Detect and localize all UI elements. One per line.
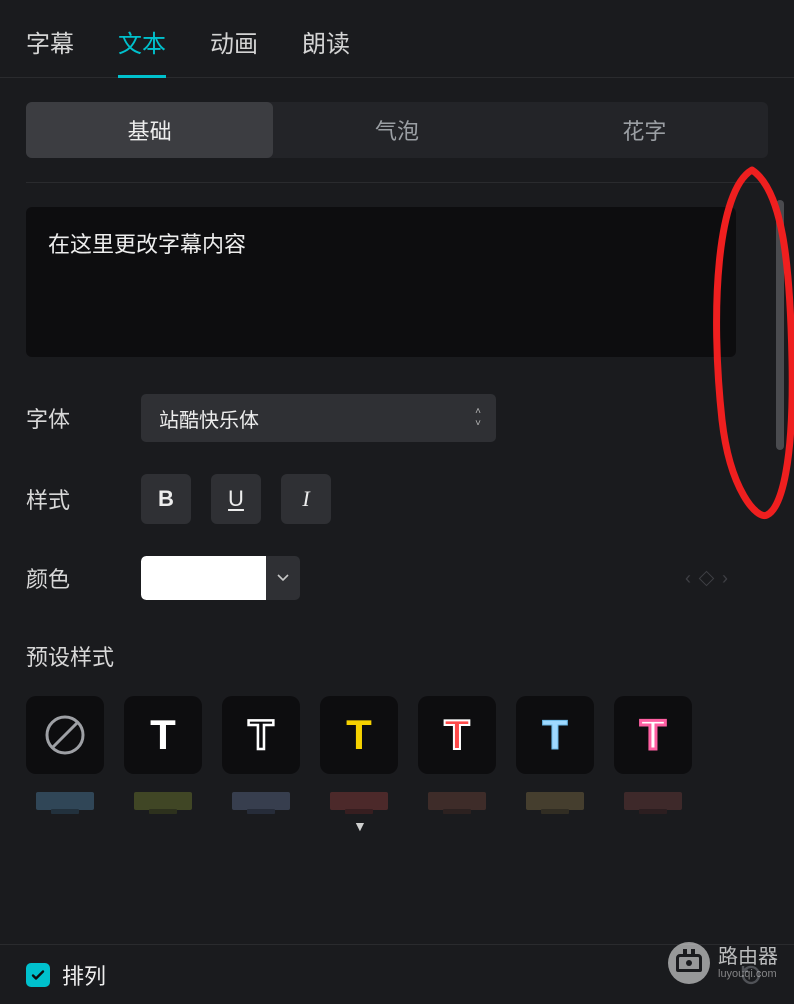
caption-input[interactable] [26, 207, 736, 357]
font-selected-name: 站酷快乐体 [141, 404, 466, 433]
font-label: 字体 [26, 402, 141, 434]
t-blue-icon: T [542, 711, 568, 759]
chevron-up-icon: ˄ [475, 408, 481, 416]
tab-subtitle[interactable]: 字幕 [26, 24, 74, 59]
prev-keyframe-icon[interactable]: ‹ [685, 568, 691, 589]
subtab-bubble[interactable]: 气泡 [273, 102, 520, 158]
arrange-checkbox[interactable] [26, 963, 50, 987]
preset-style-6[interactable]: T [614, 696, 692, 774]
chevron-down-icon: ˅ [475, 420, 481, 428]
divider [26, 182, 768, 183]
underline-button[interactable]: U [211, 474, 261, 524]
none-icon [43, 713, 87, 757]
preset-shadow-1[interactable] [26, 792, 104, 810]
preset-none[interactable] [26, 696, 104, 774]
color-label: 颜色 [26, 562, 141, 594]
bold-button[interactable]: B [141, 474, 191, 524]
italic-icon: I [302, 486, 309, 512]
tab-read-aloud[interactable]: 朗读 [302, 24, 350, 59]
reset-button[interactable] [734, 958, 768, 992]
preset-style-grid-row2 [26, 792, 736, 810]
color-row: 颜色 ‹ › [26, 556, 736, 600]
t-white-icon: T [150, 711, 176, 759]
subtab-basic[interactable]: 基础 [26, 102, 273, 158]
font-select[interactable]: 站酷快乐体 ˄ ˅ [141, 394, 496, 442]
preset-style-4[interactable]: T [418, 696, 496, 774]
next-keyframe-icon[interactable]: › [722, 568, 728, 589]
preset-style-grid: T T T T T T [26, 696, 736, 774]
preset-shadow-7[interactable] [614, 792, 692, 810]
color-dropdown[interactable] [266, 556, 300, 600]
preset-shadow-3[interactable] [222, 792, 300, 810]
preset-shadow-5[interactable] [418, 792, 496, 810]
preset-shadow-4[interactable] [320, 792, 398, 810]
t-outline-icon: T [248, 711, 274, 759]
font-row: 字体 站酷快乐体 ˄ ˅ [26, 394, 736, 442]
keyframe-diamond-icon[interactable] [699, 570, 715, 586]
preset-shadow-6[interactable] [516, 792, 594, 810]
expand-presets-icon[interactable]: ▼ [353, 818, 367, 834]
font-stepper[interactable]: ˄ ˅ [466, 408, 496, 428]
tab-text[interactable]: 文本 [118, 24, 166, 59]
preset-style-2[interactable]: T [222, 696, 300, 774]
sub-tabs: 基础 气泡 花字 [26, 102, 768, 158]
tab-animation[interactable]: 动画 [210, 24, 258, 59]
vertical-scrollbar[interactable] [776, 200, 784, 450]
main-tabs: 字幕 文本 动画 朗读 [0, 0, 794, 78]
preset-shadow-2[interactable] [124, 792, 202, 810]
keyframe-nav: ‹ › [685, 568, 736, 589]
preset-style-3[interactable]: T [320, 696, 398, 774]
italic-button[interactable]: I [281, 474, 331, 524]
t-red-icon: T [444, 711, 470, 759]
chevron-down-icon [277, 574, 289, 582]
t-yellow-icon: T [346, 711, 372, 759]
bottom-bar: 排列 [0, 944, 794, 1004]
content-scroll-area: 字体 站酷快乐体 ˄ ˅ 样式 B U I 颜色 ‹ › [26, 207, 776, 810]
arrange-label: 排列 [62, 959, 106, 991]
style-row: 样式 B U I [26, 474, 736, 524]
bold-icon: B [158, 486, 174, 512]
t-pink-icon: T [640, 711, 666, 759]
reset-icon [737, 961, 765, 989]
color-swatch [141, 556, 266, 600]
check-icon [30, 967, 46, 983]
preset-style-5[interactable]: T [516, 696, 594, 774]
style-buttons: B U I [141, 474, 331, 524]
underline-icon: U [228, 486, 244, 512]
presets-label: 预设样式 [26, 640, 736, 672]
preset-style-1[interactable]: T [124, 696, 202, 774]
subtab-fancy-text[interactable]: 花字 [521, 102, 768, 158]
style-label: 样式 [26, 483, 141, 515]
color-picker[interactable] [141, 556, 300, 600]
